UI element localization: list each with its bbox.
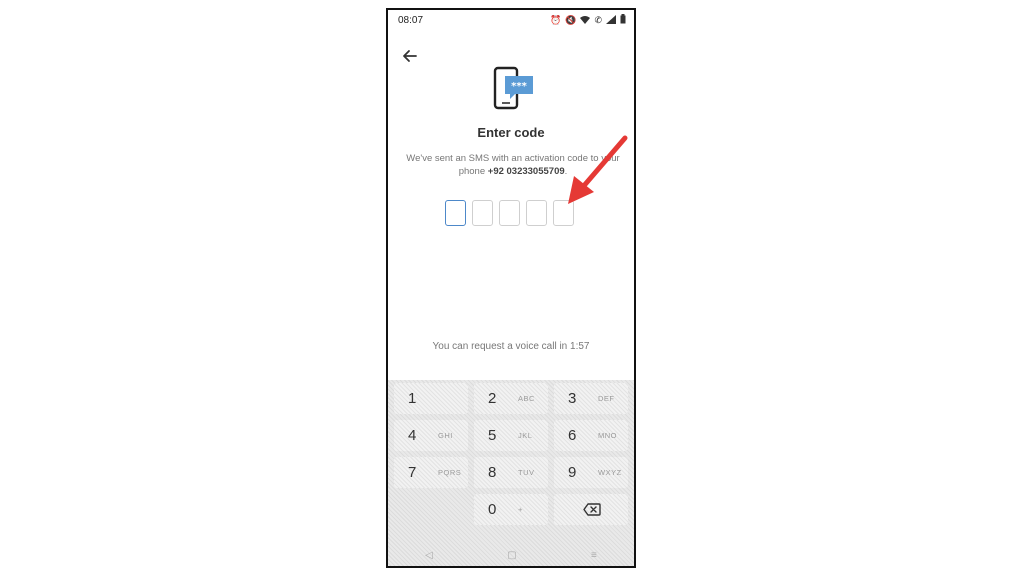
key-digit: 8 [488, 464, 497, 481]
key-letters: GHI [438, 431, 453, 440]
system-nav-bar: ◁ ▢ ≡ [388, 542, 634, 566]
code-digit-3[interactable] [499, 200, 520, 226]
key-letters: PQRS [438, 468, 462, 477]
status-time: 08:07 [398, 15, 424, 26]
key-letters: MNO [598, 431, 617, 440]
phone-frame: 08:07 ⏰ 🔇 ✆ *** Enter code We've sent an… [386, 8, 636, 568]
key-0[interactable]: 0 + [474, 494, 548, 525]
key-1[interactable]: 1 [394, 383, 468, 414]
key-digit: 0 [488, 501, 497, 518]
call-icon: ✆ [594, 15, 602, 25]
alarm-icon: ⏰ [550, 15, 562, 25]
status-icons: ⏰ 🔇 ✆ [550, 14, 626, 26]
key-digit: 2 [488, 390, 497, 407]
key-letters: TUV [518, 468, 535, 477]
back-arrow-icon[interactable] [400, 46, 420, 66]
svg-text:***: *** [511, 81, 527, 92]
mute-icon: 🔇 [565, 15, 577, 25]
voice-call-timer: You can request a voice call in 1:57 [432, 341, 590, 352]
key-3[interactable]: 3 DEF [554, 383, 628, 414]
code-digit-1[interactable] [445, 200, 466, 226]
numeric-keypad: 1 2 ABC 3 DEF 4 GHI 5 JKL 6 MNO 7 PQRS 8 [388, 380, 634, 566]
key-8[interactable]: 8 TUV [474, 457, 548, 488]
key-6[interactable]: 6 MNO [554, 420, 628, 451]
key-5[interactable]: 5 JKL [474, 420, 548, 451]
nav-home-icon[interactable]: ▢ [507, 550, 516, 561]
wifi-call-icon [580, 15, 591, 26]
sms-info-text: We've sent an SMS with an activation cod… [400, 152, 626, 178]
code-digit-4[interactable] [526, 200, 547, 226]
key-digit: 4 [408, 427, 417, 444]
backspace-icon [583, 503, 601, 521]
key-letters: DEF [598, 394, 615, 403]
key-digit: 7 [408, 464, 417, 481]
key-digit: 6 [568, 427, 577, 444]
key-letters: WXYZ [598, 468, 622, 477]
code-input-group [445, 200, 585, 228]
key-letters: ABC [518, 394, 535, 403]
key-4[interactable]: 4 GHI [394, 420, 468, 451]
key-2[interactable]: 2 ABC [474, 383, 548, 414]
key-digit: 3 [568, 390, 577, 407]
nav-recents-icon[interactable]: ≡ [591, 550, 597, 561]
key-digit: 9 [568, 464, 577, 481]
status-bar: 08:07 ⏰ 🔇 ✆ [388, 10, 634, 30]
code-digit-2[interactable] [472, 200, 493, 226]
key-letters: + [518, 505, 523, 514]
phone-number: +92 03233055709 [487, 166, 565, 177]
key-9[interactable]: 9 WXYZ [554, 457, 628, 488]
battery-icon [620, 14, 626, 26]
backspace-key[interactable] [554, 494, 628, 525]
key-letters: JKL [518, 431, 533, 440]
nav-back-icon[interactable]: ◁ [425, 550, 433, 561]
key-digit: 5 [488, 427, 497, 444]
sms-info-suffix: . [564, 166, 568, 177]
key-7[interactable]: 7 PQRS [394, 457, 468, 488]
signal-icon [606, 14, 616, 26]
key-digit: 1 [408, 390, 417, 407]
code-digit-5[interactable] [553, 200, 574, 226]
page-title: Enter code [477, 125, 545, 140]
sms-phone-icon: *** [493, 66, 535, 110]
